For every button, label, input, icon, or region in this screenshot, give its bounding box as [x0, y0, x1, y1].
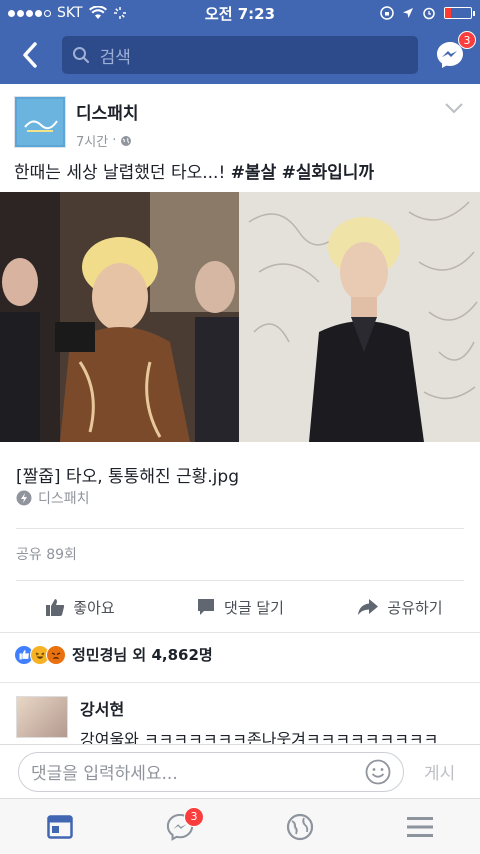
post-options-button[interactable] [442, 96, 466, 120]
comment-author[interactable]: 강서현 [80, 696, 438, 720]
location-icon [403, 8, 413, 18]
photo-left [0, 192, 239, 442]
link-source: 디스패치 [16, 488, 90, 508]
divider [0, 632, 480, 633]
page-name[interactable]: 디스패치 [76, 99, 442, 124]
comment-bar: 댓글을 입력하세요... 게시 [0, 744, 480, 798]
reactions-text: 정민경님 외 4,862명 [72, 646, 213, 664]
link-source-label: 디스패치 [38, 491, 90, 507]
time-separator: · [112, 133, 117, 148]
action-bar: 좋아요 댓글 달기 공유하기 [0, 584, 480, 630]
share-label: 공유하기 [387, 598, 443, 617]
status-bar: SKT 오전 7:23 [0, 0, 480, 26]
angry-reaction-icon [46, 644, 66, 665]
post-time-label: 7시간 [76, 135, 109, 150]
comment-body: 강서현 강여울와 ㅋㅋㅋㅋㅋㅋㅋ존나웃겨ㅋㅋㅋㅋㅋㅋㅋㅋㅋ [80, 696, 438, 750]
back-arrow-icon [23, 42, 37, 68]
post-image[interactable] [0, 192, 480, 442]
post-card: 디스패치 7시간 · 한때는 세상 날렵했던 타오...! #볼살 #실화입니까 [0, 84, 480, 756]
messenger-tab-badge: 3 [184, 806, 204, 827]
messenger-badge: 3 [458, 31, 477, 49]
reactions-summary[interactable]: 정민경님 외 4,862명 [14, 644, 213, 665]
comment-button[interactable]: 댓글 달기 [160, 584, 320, 630]
post-text: 한때는 세상 날렵했던 타오...! #볼살 #실화입니까 [0, 150, 480, 190]
divider [16, 580, 464, 581]
news-feed-icon [47, 814, 73, 839]
tab-bar: 3 [0, 798, 480, 854]
status-time: 오전 7:23 [204, 4, 276, 23]
post-time: 7시간 · [76, 131, 442, 150]
back-button[interactable] [12, 35, 48, 75]
loading-icon [113, 7, 126, 19]
tab-news-feed[interactable] [30, 803, 90, 851]
comment-placeholder: 댓글을 입력하세요... [31, 764, 178, 784]
tab-messenger[interactable]: 3 [150, 803, 210, 851]
search-placeholder: 검색 [99, 47, 131, 68]
menu-icon [407, 816, 433, 837]
comment-label: 댓글 달기 [224, 598, 284, 617]
divider [16, 528, 464, 529]
hashtag-link[interactable]: #볼살 [231, 163, 277, 183]
avatar[interactable] [16, 696, 68, 738]
wifi-icon [88, 6, 107, 19]
post-header: 디스패치 7시간 · [0, 84, 480, 150]
status-left: SKT [8, 5, 188, 21]
globe-icon [121, 135, 132, 146]
share-button[interactable]: 공유하기 [320, 584, 480, 630]
rotation-lock-icon [380, 6, 394, 20]
share-icon [358, 599, 379, 615]
search-input[interactable]: 검색 [61, 36, 419, 74]
status-right [292, 6, 475, 20]
photo-left-illustration [0, 192, 239, 442]
reaction-icons [14, 644, 66, 665]
instant-article-icon [16, 490, 32, 506]
photo-right [239, 192, 480, 442]
photo-right-illustration [239, 192, 480, 442]
post-meta: 디스패치 7시간 · [76, 96, 442, 150]
hashtag-link[interactable]: #실화입니까 [282, 163, 374, 183]
globe-icon [286, 813, 314, 840]
post-text-body: 한때는 세상 날렵했던 타오...! [14, 163, 231, 183]
search-icon [72, 47, 89, 64]
like-button[interactable]: 좋아요 [0, 584, 160, 630]
divider [0, 682, 480, 683]
link-title[interactable]: [짤줍] 타오, 통통해진 근황.jpg [16, 462, 239, 487]
carrier-label: SKT [57, 5, 83, 21]
share-count[interactable]: 공유 89회 [16, 544, 77, 564]
thumbs-up-icon [46, 599, 65, 616]
emoji-icon[interactable] [365, 759, 391, 785]
signal-icon [8, 9, 51, 17]
nav-bar: 검색 3 [0, 26, 480, 84]
comment-item: 강서현 강여울와 ㅋㅋㅋㅋㅋㅋㅋ존나웃겨ㅋㅋㅋㅋㅋㅋㅋㅋㅋ [16, 696, 464, 750]
post-comment-button[interactable]: 게시 [424, 759, 455, 784]
page-avatar[interactable] [14, 96, 66, 148]
comment-input[interactable]: 댓글을 입력하세요... [18, 751, 404, 792]
battery-icon [444, 7, 475, 19]
alarm-icon [423, 7, 435, 20]
messenger-button[interactable]: 3 [432, 31, 477, 73]
page-logo-icon [17, 99, 63, 145]
like-label: 좋아요 [73, 598, 115, 617]
tab-notifications[interactable] [270, 803, 330, 851]
chevron-down-icon [445, 103, 463, 113]
comment-icon [198, 599, 215, 615]
tab-menu[interactable] [390, 803, 450, 851]
